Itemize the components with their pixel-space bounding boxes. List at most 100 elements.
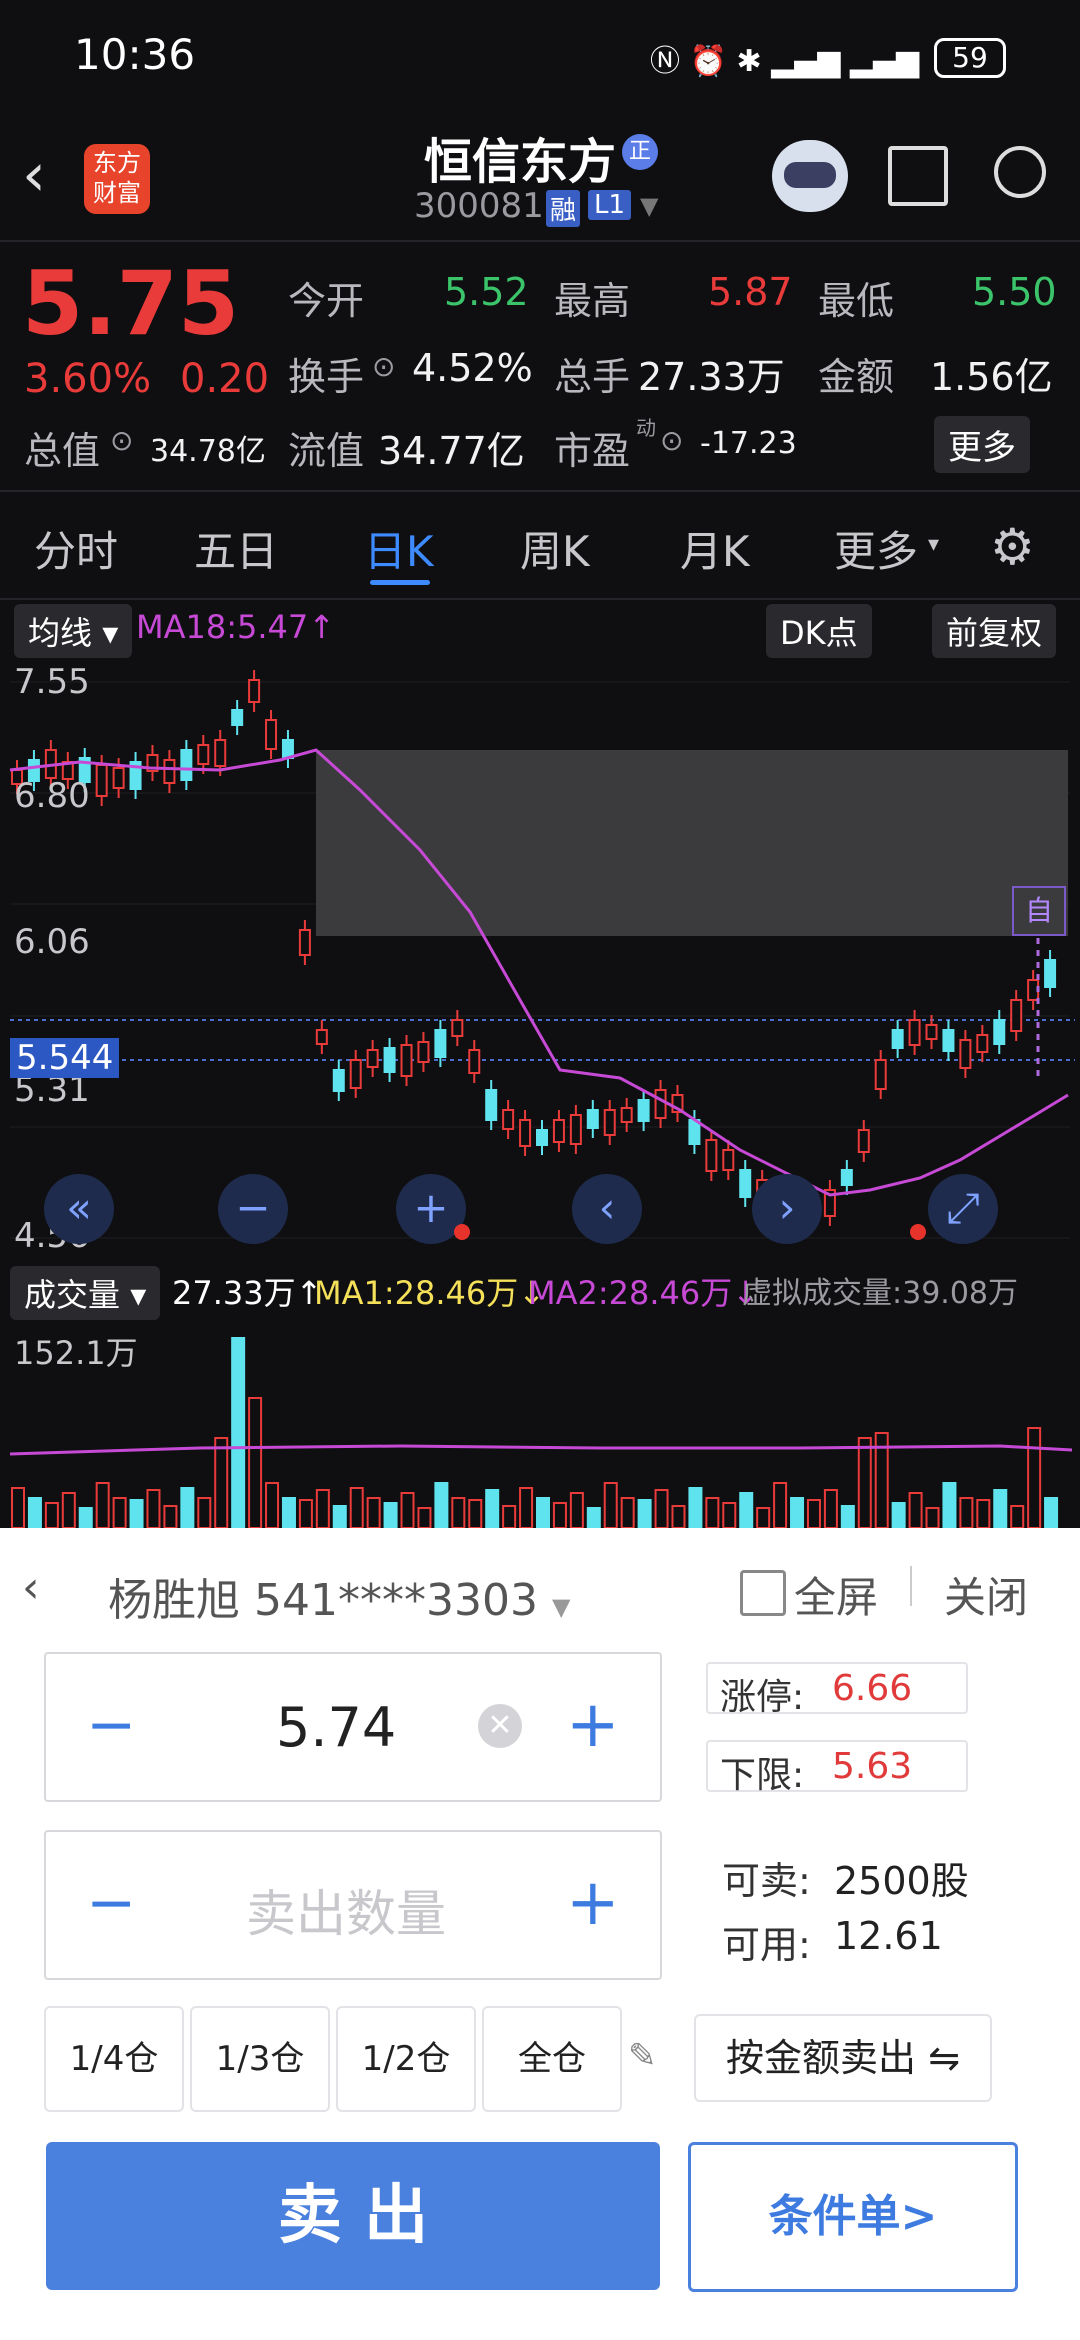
volume-bar xyxy=(197,1497,212,1528)
candle xyxy=(603,1109,616,1136)
volume-bar xyxy=(519,1487,534,1528)
volume-bar xyxy=(756,1507,771,1528)
box-tag[interactable]: 自 xyxy=(1012,886,1066,936)
position-quarter-button[interactable]: 1/4仓 xyxy=(44,2006,184,2112)
float-value: 34.77亿 xyxy=(378,429,525,473)
sell-by-amount-button[interactable]: 按金额卖出 ⇋ xyxy=(694,2014,992,2102)
candle xyxy=(1010,999,1023,1032)
position-third-button[interactable]: 1/3仓 xyxy=(190,2006,330,2112)
fullscreen-chart-icon[interactable]: ⤢ xyxy=(928,1174,998,1244)
price-increase-button[interactable]: + xyxy=(566,1688,620,1762)
volume-now-value: 27.33万 xyxy=(172,1274,296,1312)
candle xyxy=(485,1089,498,1121)
candle xyxy=(315,1029,328,1045)
candle xyxy=(1044,959,1057,988)
amount-label: 金额 xyxy=(818,355,895,399)
fullscreen-icon[interactable] xyxy=(740,1570,786,1616)
volume-selector[interactable]: 成交量 ▾ xyxy=(10,1266,161,1320)
sellable-value: 2500股 xyxy=(834,1859,969,1903)
volume-bar xyxy=(332,1505,347,1528)
candle xyxy=(417,1041,430,1063)
volume-bar xyxy=(248,1397,263,1528)
account-selector[interactable]: 杨胜旭 541****3303 ▼ xyxy=(108,1564,570,1628)
volume-bar xyxy=(976,1499,991,1528)
divider xyxy=(0,240,1080,242)
volume-bar xyxy=(671,1505,686,1528)
share-icon[interactable] xyxy=(888,146,948,206)
conditional-order-button[interactable]: 条件单> xyxy=(688,2142,1018,2292)
gear-icon[interactable]: ⚙ xyxy=(990,518,1035,576)
volume-bar xyxy=(349,1487,364,1528)
volume-bar xyxy=(265,1482,280,1528)
notification-dot xyxy=(454,1224,470,1240)
price-decrease-button[interactable]: − xyxy=(86,1690,136,1760)
volume-bar xyxy=(569,1492,584,1528)
kline-chart[interactable] xyxy=(0,650,1080,1260)
notification-dot xyxy=(910,1224,926,1240)
search-icon[interactable] xyxy=(994,146,1046,198)
rewind-icon[interactable]: « xyxy=(44,1174,114,1244)
virtual-volume: 虚拟成交量:39.08万 xyxy=(742,1276,1018,1311)
close-button[interactable]: 关闭 xyxy=(944,1564,1028,1625)
quantity-input[interactable]: 卖出数量 xyxy=(246,1874,446,1946)
volume-bar xyxy=(231,1337,246,1528)
position-half-button[interactable]: 1/2仓 xyxy=(336,2006,476,2112)
turnover-label: 换手 xyxy=(288,355,365,399)
volume-bar xyxy=(925,1507,940,1528)
tab-five-day[interactable]: 五日 xyxy=(194,518,278,579)
back-icon[interactable]: ‹ xyxy=(22,1562,40,1613)
info-icon[interactable]: ⊙ xyxy=(372,350,395,383)
more-button[interactable]: 更多 xyxy=(934,416,1030,473)
open-label: 今开 xyxy=(288,279,365,323)
quantity-increase-button[interactable]: + xyxy=(566,1866,620,1940)
candle xyxy=(637,1099,650,1122)
quantity-decrease-button[interactable]: − xyxy=(86,1868,136,1938)
volume-bar xyxy=(857,1437,872,1528)
candle xyxy=(654,1089,667,1119)
candle xyxy=(265,719,278,750)
volume-bar xyxy=(146,1489,161,1528)
info-icon[interactable]: ⊙ xyxy=(110,424,133,457)
tab-daily-k[interactable]: 日K xyxy=(364,518,434,579)
candle xyxy=(722,1149,735,1171)
price-label-3: 6.06 xyxy=(14,922,90,962)
volume-bar xyxy=(536,1497,550,1528)
back-icon[interactable]: ‹ xyxy=(22,140,46,210)
divider xyxy=(910,1566,912,1606)
tab-weekly-k[interactable]: 周K xyxy=(520,518,590,579)
zoom-out-icon[interactable]: − xyxy=(218,1174,288,1244)
volume-bar xyxy=(417,1507,432,1528)
volume-bar xyxy=(1010,1505,1025,1528)
price-label-1: 7.55 xyxy=(14,662,90,702)
next-icon[interactable]: › xyxy=(752,1174,822,1244)
candle xyxy=(95,764,108,797)
candle xyxy=(502,1109,515,1130)
status-time: 10:36 xyxy=(74,30,196,79)
clear-icon[interactable]: ✕ xyxy=(478,1704,522,1748)
info-icon[interactable]: ⊙ xyxy=(660,424,683,457)
app-logo[interactable]: 东方 财富 xyxy=(84,144,150,214)
low-value: 5.50 xyxy=(972,270,1057,314)
volume-bar xyxy=(993,1489,1008,1528)
code-dropdown-icon[interactable]: ▼ xyxy=(640,192,658,220)
candle xyxy=(942,1029,955,1052)
range-box xyxy=(316,750,1068,936)
fullscreen-button[interactable]: 全屏 xyxy=(794,1564,878,1625)
volume-bar xyxy=(485,1489,500,1528)
volume-bar xyxy=(129,1499,144,1528)
candle xyxy=(705,1139,718,1172)
tab-more[interactable]: 更多 xyxy=(834,518,918,579)
assistant-robot-icon[interactable] xyxy=(772,140,848,212)
edit-icon[interactable]: ✎ xyxy=(628,2036,657,2076)
candle xyxy=(332,1069,345,1092)
available-value: 12.61 xyxy=(834,1914,943,1958)
price-input[interactable]: 5.74 xyxy=(276,1696,396,1759)
tab-monthly-k[interactable]: 月K xyxy=(680,518,750,579)
position-full-button[interactable]: 全仓 xyxy=(482,2006,622,2112)
volume-label: 总手 xyxy=(554,355,631,399)
prev-icon[interactable]: ‹ xyxy=(572,1174,642,1244)
tab-intraday[interactable]: 分时 xyxy=(34,518,118,579)
sell-button[interactable]: 卖 出 xyxy=(46,2142,660,2290)
change-pct: 3.60% xyxy=(24,356,152,402)
candle xyxy=(248,679,261,703)
